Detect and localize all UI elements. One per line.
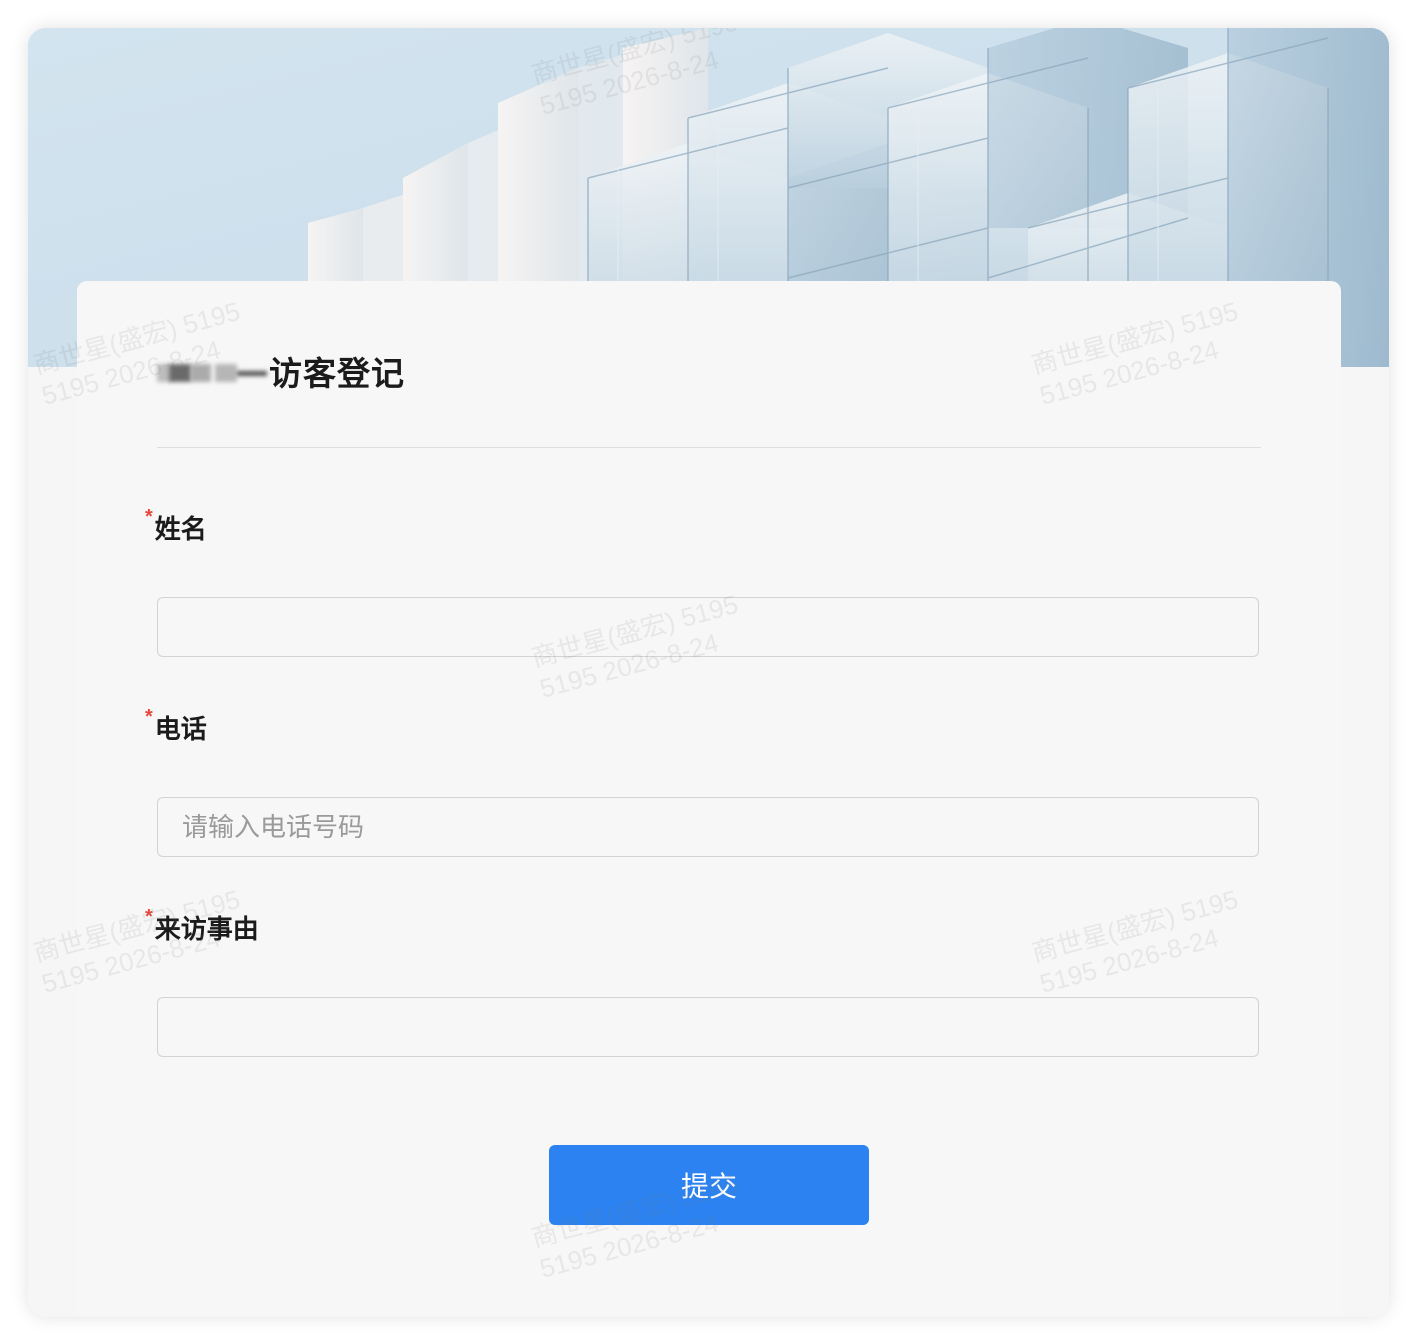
form-card: 访客登记 * 姓名 * 电话 * 来访事由 提交 — [77, 281, 1341, 1317]
required-mark: * — [145, 706, 153, 728]
name-input[interactable] — [157, 597, 1259, 657]
visit-reason-field-label: * 来访事由 — [145, 906, 259, 944]
required-mark: * — [145, 906, 153, 928]
visit-reason-input[interactable] — [157, 997, 1259, 1057]
company-name-redacted — [157, 356, 269, 386]
page-title: 访客登记 — [269, 355, 405, 392]
phone-input[interactable] — [157, 797, 1259, 857]
title-divider — [157, 447, 1261, 448]
form-title-row: 访客登记 — [157, 343, 405, 399]
app-window: 访客登记 * 姓名 * 电话 * 来访事由 提交 商世星(盛宏) 5195 51… — [28, 28, 1389, 1317]
name-field-label: * 姓名 — [145, 506, 207, 544]
phone-field-label: * 电话 — [145, 706, 207, 744]
required-mark: * — [145, 506, 153, 528]
submit-button[interactable]: 提交 — [549, 1145, 869, 1225]
